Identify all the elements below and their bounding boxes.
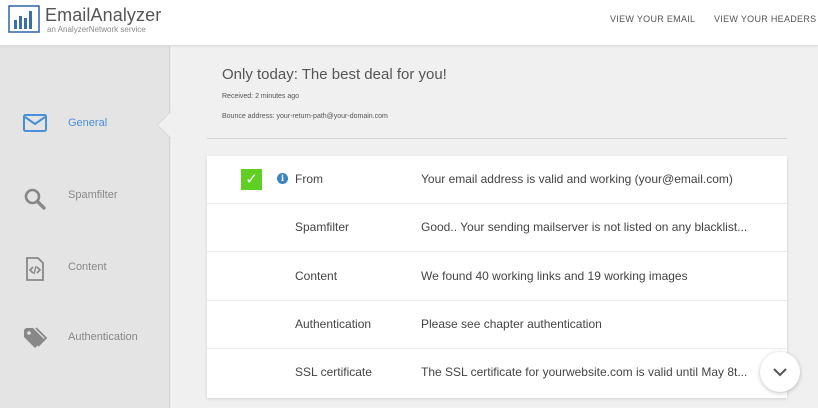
- result-row-spamfilter[interactable]: Spamfilter Good.. Your sending mailserve…: [207, 204, 787, 252]
- chevron-down-icon: [773, 368, 787, 377]
- info-icon[interactable]: i: [277, 173, 288, 184]
- check-icon: ✓: [241, 169, 262, 190]
- sidebar: General Spamfilter Content Authenticatio…: [0, 46, 170, 408]
- result-label: Authentication: [295, 317, 372, 331]
- bounce-address: Bounce address: your-return-path@your-do…: [222, 113, 388, 120]
- sidebar-item-content[interactable]: Content: [0, 238, 170, 298]
- divider: [207, 138, 787, 139]
- result-value: Please see chapter authentication: [421, 317, 602, 331]
- email-subject: Only today: The best deal for you!: [222, 66, 447, 83]
- brand-name[interactable]: EmailAnalyzer: [45, 5, 161, 26]
- results-card: ✓ i From Your email address is valid and…: [207, 156, 787, 398]
- result-label: Spamfilter: [295, 220, 350, 234]
- result-row-authentication[interactable]: Authentication Please see chapter authen…: [207, 301, 787, 349]
- result-label: SSL certificate: [295, 365, 372, 379]
- nav-view-email[interactable]: VIEW YOUR EMAIL: [610, 14, 695, 24]
- code-file-icon: [22, 256, 48, 282]
- brand-tagline: an AnalyzerNetwork service: [47, 25, 146, 34]
- sidebar-item-label: Content: [68, 261, 107, 273]
- result-row-ssl-certificate[interactable]: SSL certificate The SSL certificate for …: [207, 349, 787, 397]
- envelope-icon: [22, 110, 48, 136]
- result-label: From: [295, 172, 323, 186]
- search-icon: [22, 186, 48, 212]
- sidebar-item-label: General: [68, 117, 108, 129]
- result-value: Your email address is valid and working …: [421, 172, 733, 186]
- sidebar-item-authentication[interactable]: Authentication: [0, 308, 170, 368]
- result-value: We found 40 working links and 19 working…: [421, 269, 688, 283]
- nav-view-headers[interactable]: VIEW YOUR HEADERS: [714, 14, 816, 24]
- result-row-from[interactable]: ✓ i From Your email address is valid and…: [207, 156, 787, 204]
- result-label: Content: [295, 269, 338, 283]
- main-content: Only today: The best deal for you! Recei…: [171, 46, 818, 408]
- result-value: Good.. Your sending mailserver is not li…: [421, 220, 748, 234]
- sidebar-item-label: Spamfilter: [68, 189, 118, 201]
- email-analyzer-logo[interactable]: [8, 5, 40, 33]
- sidebar-item-label: Authentication: [68, 331, 138, 343]
- sidebar-item-general[interactable]: General: [0, 94, 170, 154]
- tag-icon: [22, 326, 48, 352]
- top-header: EmailAnalyzer an AnalyzerNetwork service…: [0, 0, 818, 46]
- result-value: The SSL certificate for yourwebsite.com …: [421, 365, 748, 379]
- received-time: Received: 2 minutes ago: [222, 93, 300, 100]
- result-row-content[interactable]: Content We found 40 working links and 19…: [207, 253, 787, 301]
- scroll-down-button[interactable]: [760, 352, 800, 392]
- active-pointer: [158, 112, 171, 138]
- sidebar-item-spamfilter[interactable]: Spamfilter: [0, 166, 170, 226]
